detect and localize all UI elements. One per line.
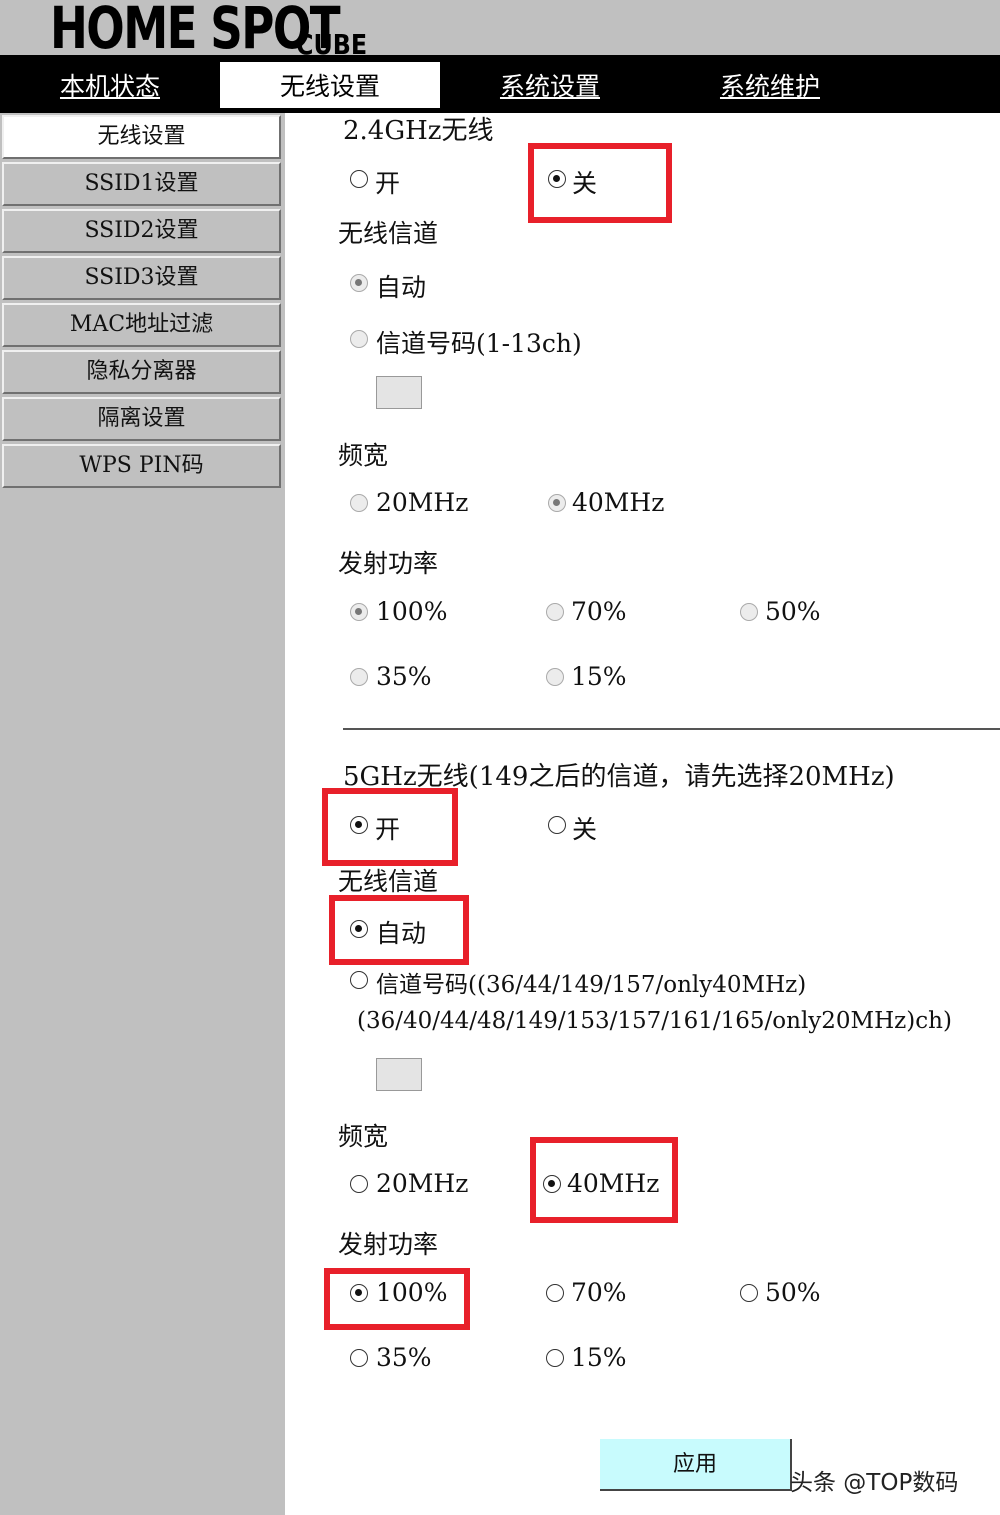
sidebar-item-wireless[interactable]: 无线设置 xyxy=(2,115,281,159)
band24-power-35-label: 35% xyxy=(376,662,432,691)
sidebar-item-ssid3[interactable]: SSID3设置 xyxy=(2,256,281,300)
band5-channel-input[interactable] xyxy=(376,1058,422,1091)
sidebar-item-ssid2[interactable]: SSID2设置 xyxy=(2,209,281,253)
header-bar: HOME SPOT CUBE xyxy=(0,0,1000,55)
sidebar-item-ssid1[interactable]: SSID1设置 xyxy=(2,162,281,206)
band5-power-50-label: 50% xyxy=(765,1278,821,1307)
highlight-band5-on xyxy=(322,788,458,866)
tab-system-settings[interactable]: 系统设置 xyxy=(440,62,660,108)
band24-power-15-radio[interactable] xyxy=(546,668,564,686)
band24-bandwidth-title: 频宽 xyxy=(338,441,389,470)
band5-off-label: 关 xyxy=(572,815,598,844)
band5-power-35-label: 35% xyxy=(376,1343,432,1372)
band24-power-70-radio[interactable] xyxy=(546,603,564,621)
band5-off-radio[interactable] xyxy=(548,816,566,834)
section-divider xyxy=(343,728,1000,730)
band24-channel-auto-label: 自动 xyxy=(376,273,427,302)
band24-power-100-radio[interactable] xyxy=(350,603,368,621)
band24-title: 2.4GHz无线 xyxy=(343,116,494,146)
band5-power-15-radio[interactable] xyxy=(546,1349,564,1367)
band24-on-label: 开 xyxy=(375,169,401,198)
band5-power-15-label: 15% xyxy=(571,1343,627,1372)
band5-channel-title: 无线信道 xyxy=(338,867,439,896)
band5-power-70-label: 70% xyxy=(571,1278,627,1307)
band24-power-35-radio[interactable] xyxy=(350,668,368,686)
band5-channel-number-label-line2: (36/40/44/48/149/153/157/161/165/only20M… xyxy=(357,1008,952,1034)
highlight-band5-channel-auto xyxy=(329,895,469,965)
band24-channel-number-label: 信道号码(1-13ch) xyxy=(376,329,582,358)
band24-bw20-label: 20MHz xyxy=(376,488,469,517)
band24-power-50-label: 50% xyxy=(765,597,821,626)
sidebar-item-isolation[interactable]: 隔离设置 xyxy=(2,397,281,441)
band24-channel-number-radio[interactable] xyxy=(350,330,368,348)
tab-wireless-settings[interactable]: 无线设置 xyxy=(220,62,440,108)
sidebar-item-wps-pin[interactable]: WPS PIN码 xyxy=(2,444,281,488)
watermark-text: 头条 @TOP数码 xyxy=(790,1470,959,1496)
sidebar: 无线设置 SSID1设置 SSID2设置 SSID3设置 MAC地址过滤 隐私分… xyxy=(0,113,285,1515)
band24-channel-auto-radio[interactable] xyxy=(350,274,368,292)
brand-logo-sub: CUBE xyxy=(296,28,368,55)
band24-bw40-label: 40MHz xyxy=(572,488,665,517)
sidebar-item-privacy-separator[interactable]: 隐私分离器 xyxy=(2,350,281,394)
tab-system-maintenance[interactable]: 系统维护 xyxy=(660,62,880,108)
band24-power-title: 发射功率 xyxy=(338,549,439,578)
band24-power-15-label: 15% xyxy=(571,662,627,691)
tab-device-status[interactable]: 本机状态 xyxy=(0,62,220,108)
highlight-band5-bw40 xyxy=(530,1137,678,1223)
band24-on-radio[interactable] xyxy=(350,170,368,188)
band5-power-70-radio[interactable] xyxy=(546,1284,564,1302)
band5-bw20-label: 20MHz xyxy=(376,1169,469,1198)
band24-power-100-label: 100% xyxy=(376,597,448,626)
band5-bw20-radio[interactable] xyxy=(350,1175,368,1193)
band5-power-title: 发射功率 xyxy=(338,1230,439,1259)
highlight-band24-off xyxy=(528,143,672,223)
band24-channel-title: 无线信道 xyxy=(338,219,439,248)
band24-bw40-radio[interactable] xyxy=(548,494,566,512)
sidebar-item-mac-filter[interactable]: MAC地址过滤 xyxy=(2,303,281,347)
band5-channel-number-label: 信道号码((36/44/149/157/only40MHz) xyxy=(376,972,807,998)
band24-power-70-label: 70% xyxy=(571,597,627,626)
band24-power-50-radio[interactable] xyxy=(740,603,758,621)
apply-button[interactable]: 应用 xyxy=(600,1439,792,1491)
band5-power-35-radio[interactable] xyxy=(350,1349,368,1367)
band5-bandwidth-title: 频宽 xyxy=(338,1122,389,1151)
band5-power-50-radio[interactable] xyxy=(740,1284,758,1302)
top-nav: 本机状态 无线设置 系统设置 系统维护 xyxy=(0,55,1000,113)
band24-bw20-radio[interactable] xyxy=(350,494,368,512)
highlight-band5-power-100 xyxy=(324,1268,470,1330)
band24-channel-input[interactable] xyxy=(376,376,422,409)
band5-channel-number-radio[interactable] xyxy=(350,971,368,989)
